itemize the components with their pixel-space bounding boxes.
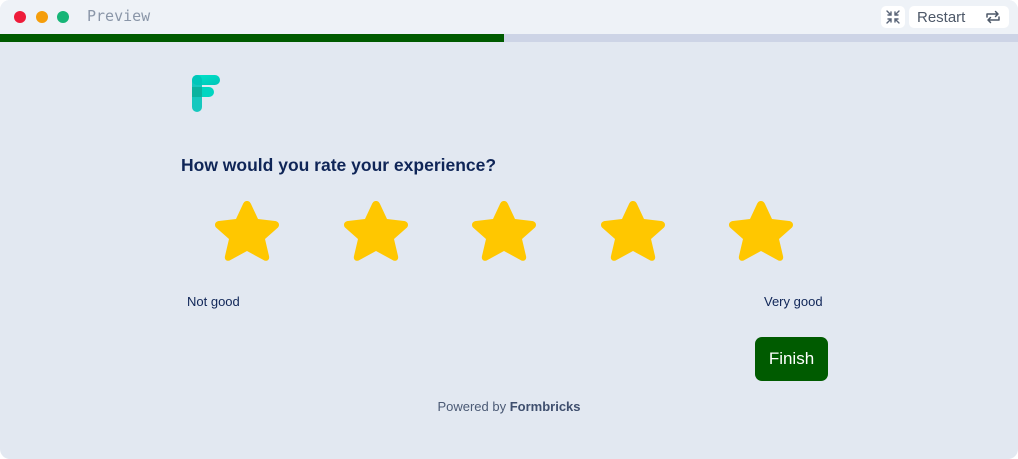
- formbricks-logo: [191, 74, 221, 112]
- repeat-icon: [986, 10, 1000, 24]
- collapse-arrows-icon: [886, 10, 900, 24]
- star-icon[interactable]: [209, 197, 285, 271]
- close-window-button[interactable]: [14, 11, 26, 23]
- shrink-preview-button[interactable]: [881, 6, 905, 28]
- progress-bar-fill: [0, 34, 504, 42]
- minimize-window-button[interactable]: [36, 11, 48, 23]
- window-title: Preview: [87, 7, 151, 25]
- restart-button[interactable]: Restart: [909, 6, 1009, 28]
- progress-bar: [0, 34, 1018, 42]
- question-text: How would you rate your experience?: [181, 155, 497, 175]
- restart-label: Restart: [917, 8, 966, 26]
- star-icon[interactable]: [595, 197, 671, 271]
- high-rating-label: Very good: [764, 294, 823, 309]
- low-rating-label: Not good: [187, 294, 240, 309]
- powered-by-footer: Powered by Formbricks: [0, 399, 1018, 414]
- formbricks-link[interactable]: Formbricks: [510, 399, 581, 414]
- star-icon[interactable]: [338, 197, 414, 271]
- star-icon[interactable]: [723, 197, 799, 271]
- maximize-window-button[interactable]: [57, 11, 69, 23]
- powered-by-text: Powered by: [437, 399, 510, 414]
- preview-window: Preview Restart How would you rate your …: [0, 0, 1018, 459]
- star-icon[interactable]: [466, 197, 542, 271]
- title-bar: Preview Restart: [0, 0, 1018, 34]
- finish-button[interactable]: Finish: [755, 337, 828, 381]
